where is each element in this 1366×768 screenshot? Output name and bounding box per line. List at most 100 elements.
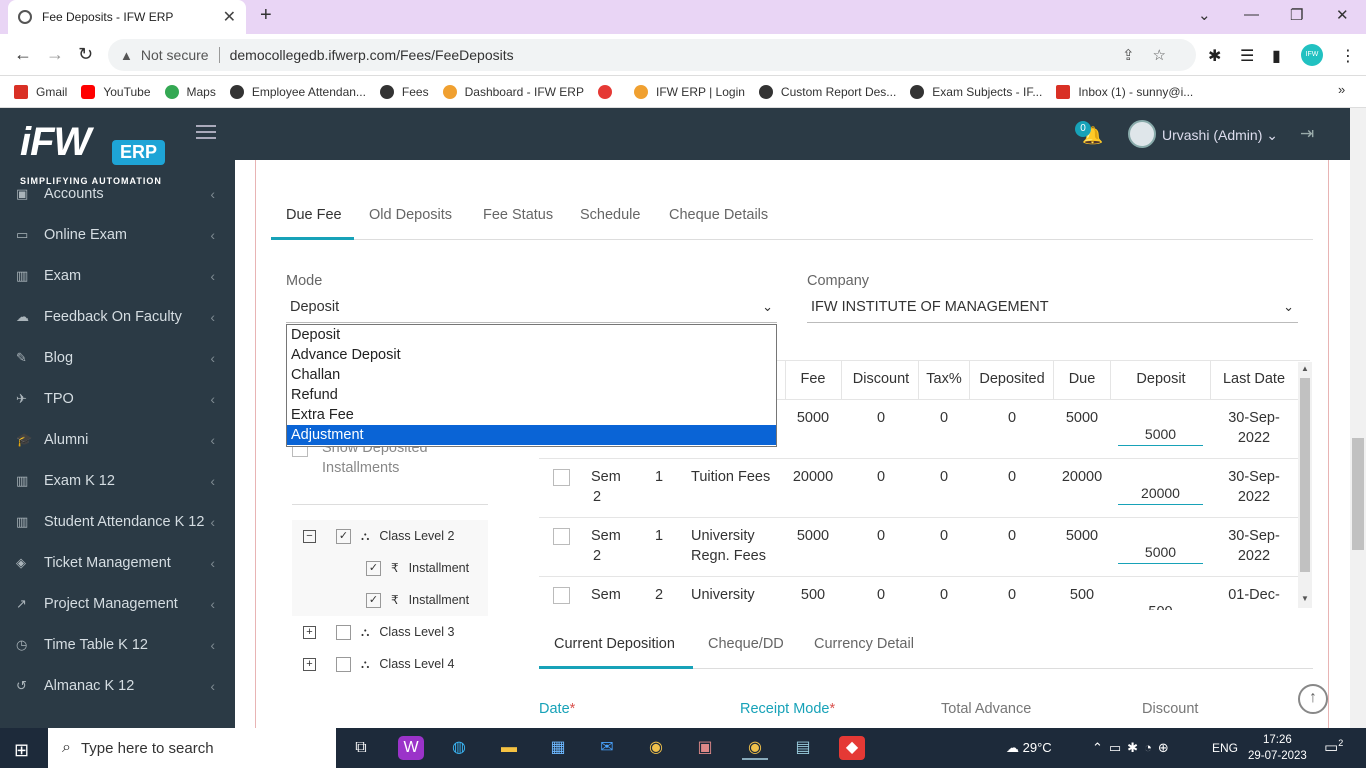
- row-checkbox[interactable]: [553, 587, 570, 604]
- file-explorer-icon[interactable]: ▬: [496, 736, 522, 760]
- bookmark-custom-report[interactable]: Custom Report Des...: [758, 85, 896, 99]
- edge-icon[interactable]: ◍: [446, 736, 472, 760]
- share-star-icons[interactable]: ⇪☆: [1122, 46, 1184, 64]
- language-indicator[interactable]: ENG: [1212, 741, 1238, 755]
- close-window-button[interactable]: ✕: [1336, 6, 1349, 24]
- taskbar-search[interactable]: ⌕ Type here to search: [48, 728, 336, 768]
- menu-dots-icon[interactable]: ⋮: [1340, 46, 1356, 66]
- bookmark-login[interactable]: IFW ERP | Login: [633, 85, 745, 99]
- sidebar-item-timetable[interactable]: ◷ Time Table K 12 ‹: [0, 624, 235, 665]
- tab-cheque-dd[interactable]: Cheque/DD: [708, 636, 784, 652]
- hamburger-icon[interactable]: [196, 125, 216, 139]
- mode-option[interactable]: Advance Deposit: [287, 345, 776, 365]
- mode-option-highlighted[interactable]: Adjustment: [287, 425, 776, 445]
- tree-checkbox-checked[interactable]: ✓: [366, 592, 381, 608]
- reload-icon[interactable]: ↻: [78, 44, 93, 65]
- sidebar-item-student-attendance[interactable]: ▥ Student Attendance K 12 ‹: [0, 501, 235, 542]
- mail-icon[interactable]: ✉: [594, 736, 620, 760]
- expand-icon[interactable]: +: [303, 625, 316, 639]
- sidebar-item-almanac[interactable]: ↺ Almanac K 12 ‹: [0, 665, 235, 706]
- table-scrollbar-thumb[interactable]: [1300, 378, 1310, 572]
- tree-node-class-level-2[interactable]: − ✓ ⛬ Class Level 2: [292, 520, 488, 552]
- sidebar-item-exam[interactable]: ▥ Exam ‹: [0, 255, 235, 296]
- user-menu[interactable]: Urvashi (Admin) ⌄: [1162, 127, 1278, 144]
- deposit-input-partial[interactable]: 500: [1118, 602, 1203, 610]
- sidebar-item-alumni[interactable]: 🎓 Alumni ‹: [0, 419, 235, 460]
- url-bar[interactable]: ▲ Not secure democollegedb.ifwerp.com/Fe…: [108, 39, 1196, 71]
- logout-icon[interactable]: ⇥: [1300, 124, 1314, 144]
- extensions-icon[interactable]: ✱: [1208, 46, 1221, 66]
- more-bookmarks-icon[interactable]: »: [1338, 82, 1345, 97]
- mode-option[interactable]: Challan: [287, 365, 776, 385]
- sidebar-item-ticket-management[interactable]: ◈ Ticket Management ‹: [0, 542, 235, 583]
- tab-search-icon[interactable]: ⌄: [1198, 6, 1211, 24]
- avatar[interactable]: [1128, 120, 1156, 148]
- sidebar-item-blog[interactable]: ✎ Blog ‹: [0, 337, 235, 378]
- tree-node-class-level-3[interactable]: + ⛬ Class Level 3: [292, 616, 488, 648]
- tab-current-deposition[interactable]: Current Deposition: [554, 636, 675, 652]
- page-scrollbar-thumb[interactable]: [1352, 438, 1364, 550]
- tab-fee-status[interactable]: Fee Status: [483, 207, 553, 223]
- bookmark-exam-subjects[interactable]: Exam Subjects - IF...: [910, 85, 1042, 99]
- bookmark-employee[interactable]: Employee Attendan...: [229, 85, 366, 99]
- forward-icon[interactable]: →: [46, 44, 64, 65]
- bookmark-maps[interactable]: Maps: [164, 85, 216, 99]
- mode-option[interactable]: Extra Fee: [287, 405, 776, 425]
- deposit-input[interactable]: 5000: [1118, 424, 1203, 446]
- expand-icon[interactable]: +: [303, 657, 316, 671]
- scroll-to-top-button[interactable]: ↑: [1298, 684, 1328, 714]
- clock[interactable]: 17:26 29-07-2023: [1248, 732, 1307, 764]
- tree-node-installment[interactable]: ✓ ₹ Installment: [292, 584, 488, 616]
- mode-option[interactable]: Deposit: [287, 325, 776, 345]
- collapse-icon[interactable]: −: [303, 529, 316, 543]
- bookmark-youtube[interactable]: YouTube: [81, 85, 151, 99]
- tree-checkbox-checked[interactable]: ✓: [366, 560, 381, 576]
- app-icon[interactable]: ▤: [790, 736, 816, 760]
- weather-widget[interactable]: ☁ 29°C: [1006, 740, 1052, 756]
- page-scrollbar[interactable]: [1350, 108, 1366, 728]
- row-checkbox[interactable]: [553, 528, 570, 545]
- mode-option[interactable]: Refund: [287, 385, 776, 405]
- tab-schedule[interactable]: Schedule: [580, 207, 640, 223]
- chrome-icon[interactable]: ◉: [643, 736, 669, 760]
- close-icon[interactable]: ✕: [223, 7, 236, 27]
- tab-currency-detail[interactable]: Currency Detail: [814, 636, 914, 652]
- store-icon[interactable]: ▦: [545, 736, 571, 760]
- back-icon[interactable]: ←: [14, 44, 32, 65]
- bookmark-fees[interactable]: Fees: [379, 85, 429, 99]
- bookmark-inbox[interactable]: Inbox (1) - sunny@i...: [1056, 85, 1193, 99]
- tree-checkbox-checked[interactable]: ✓: [336, 528, 351, 544]
- sidebar-item-exam-k12[interactable]: ▥ Exam K 12 ‹: [0, 460, 235, 501]
- sidebar-item-tpo[interactable]: ✈ TPO ‹: [0, 378, 235, 419]
- sidebar-item-feedback[interactable]: ☁ Feedback On Faculty ‹: [0, 296, 235, 337]
- deposit-input[interactable]: 20000: [1118, 483, 1203, 505]
- anydesk-icon[interactable]: ◆: [839, 736, 865, 760]
- tree-node-class-level-4[interactable]: + ⛬ Class Level 4: [292, 648, 488, 680]
- restore-button[interactable]: ❐: [1290, 6, 1303, 24]
- sidebar-item-online-exam[interactable]: ▭ Online Exam ‹: [0, 214, 235, 255]
- scroll-down-icon[interactable]: ▼: [1301, 594, 1309, 603]
- bookmark-gmail[interactable]: Gmail: [14, 85, 67, 99]
- browser-tab[interactable]: Fee Deposits - IFW ERP ✕: [8, 0, 246, 34]
- bookmark-dashboard[interactable]: Dashboard - IFW ERP: [442, 85, 584, 99]
- system-tray-icons[interactable]: ⌃▭✱◔⊕: [1092, 740, 1175, 756]
- tree-node-installment[interactable]: ✓ ₹ Installment: [292, 552, 488, 584]
- new-tab-button[interactable]: +: [260, 4, 272, 27]
- row-checkbox[interactable]: [553, 469, 570, 486]
- app-icon[interactable]: W: [398, 736, 424, 760]
- tree-checkbox[interactable]: [336, 624, 351, 640]
- company-select[interactable]: IFW INSTITUTE OF MANAGEMENT ⌄: [807, 299, 1298, 323]
- scroll-up-icon[interactable]: ▲: [1301, 364, 1309, 373]
- mode-select[interactable]: Deposit ⌄: [286, 299, 777, 323]
- windows-start-icon[interactable]: ⊞: [14, 740, 29, 761]
- tree-checkbox[interactable]: [336, 656, 351, 672]
- app-icon[interactable]: ▣: [692, 736, 718, 760]
- tab-cheque-details[interactable]: Cheque Details: [669, 207, 768, 223]
- profile-avatar[interactable]: IFW: [1301, 44, 1323, 66]
- notifications-icon[interactable]: ▭2: [1324, 738, 1343, 756]
- bookmark-red[interactable]: [597, 85, 620, 99]
- sidepanel-icon[interactable]: ▮: [1272, 46, 1281, 66]
- deposit-input[interactable]: 5000: [1118, 542, 1203, 564]
- task-view-icon[interactable]: ⧉: [348, 736, 374, 760]
- chrome-active-icon[interactable]: ◉: [742, 736, 768, 760]
